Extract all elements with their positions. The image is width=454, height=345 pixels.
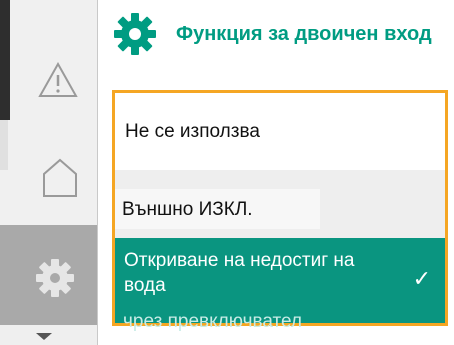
- rail-edge: [0, 0, 10, 120]
- warning-icon[interactable]: [38, 62, 78, 98]
- gear-icon: [114, 13, 156, 55]
- option-label: Не се използва: [125, 121, 260, 142]
- rail-divider: [97, 0, 98, 345]
- option-external-off[interactable]: Външно ИЗКЛ.: [115, 170, 445, 238]
- option-label-continuation: чрез превключвател: [123, 311, 303, 332]
- option-not-used[interactable]: Не се използва: [115, 93, 445, 170]
- rail-edge: [0, 120, 8, 170]
- option-label: Външно ИЗКЛ.: [122, 199, 253, 220]
- home-icon[interactable]: [42, 158, 78, 198]
- chevron-down-icon[interactable]: [36, 333, 52, 340]
- option-label: Откриване на недостиг на вода: [124, 250, 355, 296]
- page-title: Функция за двоичен вход: [176, 23, 432, 45]
- checkmark-icon: ✓: [412, 266, 431, 291]
- options-list: Не се използва Външно ИЗКЛ. Откриване на…: [112, 90, 448, 326]
- settings-gear-icon[interactable]: [35, 258, 75, 298]
